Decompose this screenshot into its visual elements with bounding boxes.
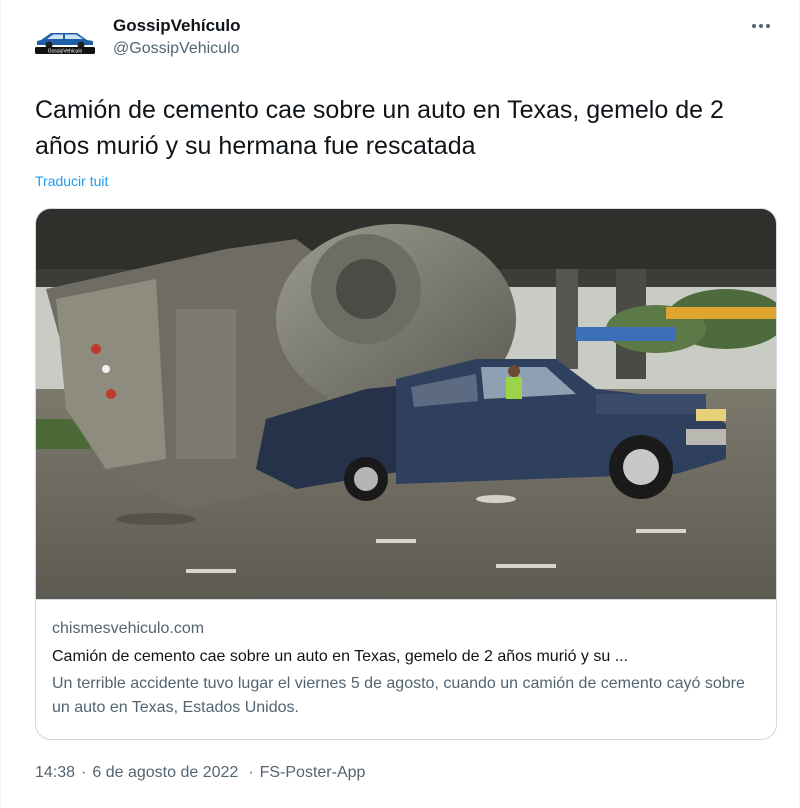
tweet-date[interactable]: 6 de agosto de 2022 <box>92 764 238 782</box>
tweet-time[interactable]: 14:38 <box>35 764 75 782</box>
accident-photo <box>36 209 776 599</box>
meta-separator: · <box>81 764 87 781</box>
card-domain: chismesvehiculo.com <box>52 620 205 637</box>
translate-tweet-link[interactable]: Traducir tuit <box>35 173 108 189</box>
avatar[interactable]: GossipVehiculo <box>29 20 101 60</box>
more-dot <box>766 24 770 28</box>
author-block: GossipVehículo @GossipVehiculo <box>113 16 241 58</box>
card-image[interactable] <box>36 209 776 599</box>
more-horizontal-icon[interactable] <box>749 18 773 34</box>
tweet-source[interactable]: FS-Poster-App <box>260 764 366 782</box>
car-logo-icon: GossipVehiculo <box>35 33 95 55</box>
tweet-meta: 14:38 · 6 de agosto de 2022 · FS-Poster-… <box>35 764 365 782</box>
avatar-logo-text: GossipVehiculo <box>48 49 83 55</box>
link-card[interactable]: chismesvehiculo.com Camión de cemento ca… <box>35 208 777 740</box>
tweet-container: GossipVehiculo GossipVehículo @GossipVeh… <box>0 0 800 808</box>
author-name[interactable]: GossipVehículo <box>113 16 241 36</box>
card-description: Un terrible accidente tuvo lugar el vier… <box>52 675 745 716</box>
tweet-text: Camión de cemento cae sobre un auto en T… <box>35 96 724 160</box>
author-handle[interactable]: @GossipVehiculo <box>113 40 241 58</box>
more-dot <box>759 24 763 28</box>
meta-separator: · <box>248 764 254 781</box>
more-dot <box>752 24 756 28</box>
card-title: Camión de cemento cae sobre un auto en T… <box>52 648 629 665</box>
card-body[interactable]: chismesvehiculo.com Camión de cemento ca… <box>36 599 776 739</box>
